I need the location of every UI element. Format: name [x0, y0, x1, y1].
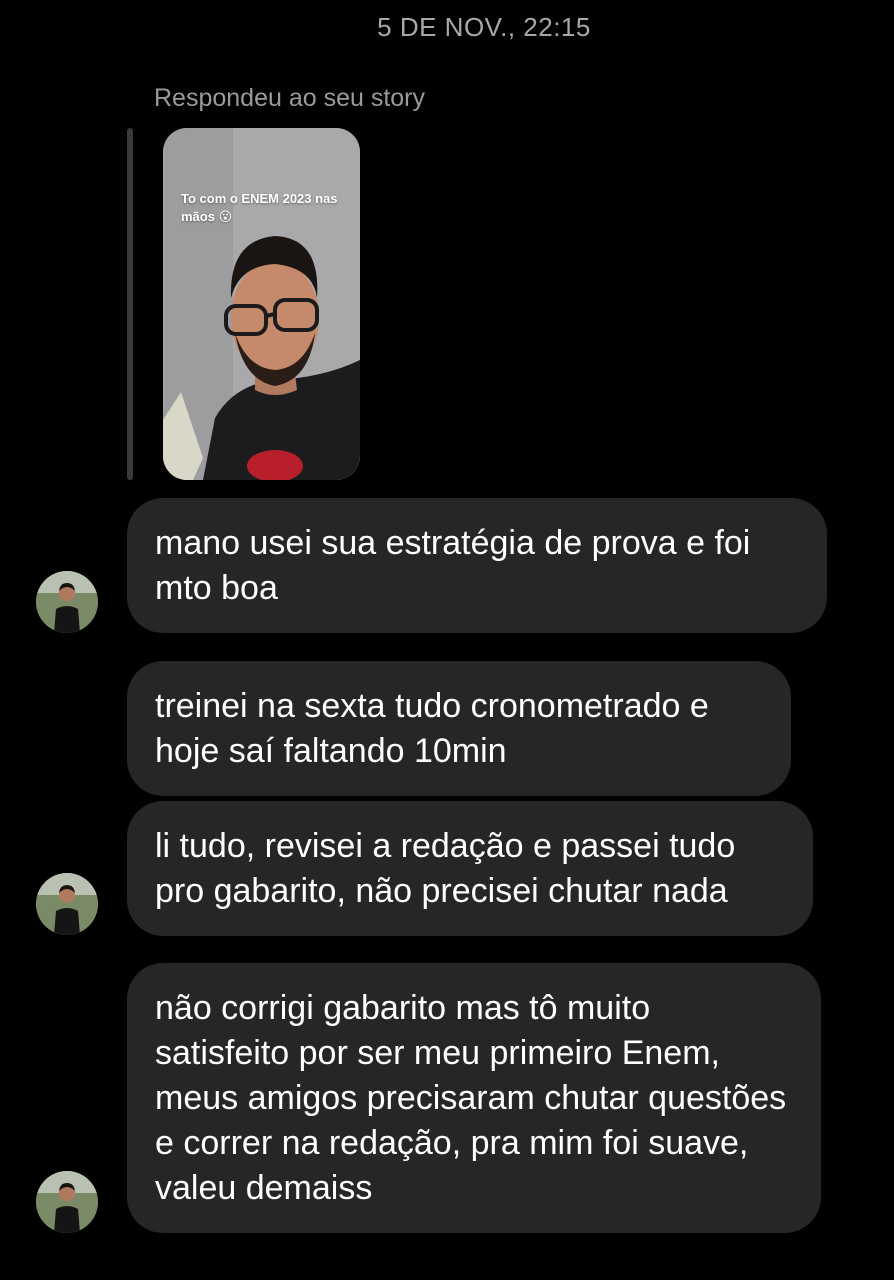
message-text: mano usei sua estratégia de prova e foi … [155, 523, 751, 607]
story-glasses-bridge [265, 312, 276, 318]
message-text: li tudo, revisei a redação e passei tudo… [155, 826, 736, 910]
story-reply-bar [127, 128, 133, 480]
message-text: não corrigi gabarito mas tô muito satisf… [155, 988, 787, 1207]
avatar[interactable] [36, 1171, 98, 1233]
message-bubble[interactable]: treinei na sexta tudo cronometrado e hoj… [127, 661, 791, 796]
avatar[interactable] [36, 571, 98, 633]
avatar-image [36, 1171, 98, 1233]
story-reply-label: Respondeu ao seu story [154, 84, 426, 112]
message-timestamp: 5 DE NOV., 22:15 [377, 12, 591, 42]
avatar-image [36, 873, 98, 935]
story-person-image [163, 128, 360, 480]
avatar-image [36, 571, 98, 633]
avatar[interactable] [36, 873, 98, 935]
message-text: treinei na sexta tudo cronometrado e hoj… [155, 686, 709, 770]
avatar-body [54, 908, 80, 935]
avatar-body [54, 1206, 80, 1233]
avatar-body [54, 606, 80, 633]
story-thumbnail[interactable]: To com o ENEM 2023 nas mãos 😮 [163, 128, 360, 480]
message-bubble[interactable]: não corrigi gabarito mas tô muito satisf… [127, 963, 821, 1233]
message-bubble[interactable]: li tudo, revisei a redação e passei tudo… [127, 801, 813, 936]
story-caption: To com o ENEM 2023 nas mãos 😮 [181, 191, 338, 224]
message-bubble[interactable]: mano usei sua estratégia de prova e foi … [127, 498, 827, 633]
